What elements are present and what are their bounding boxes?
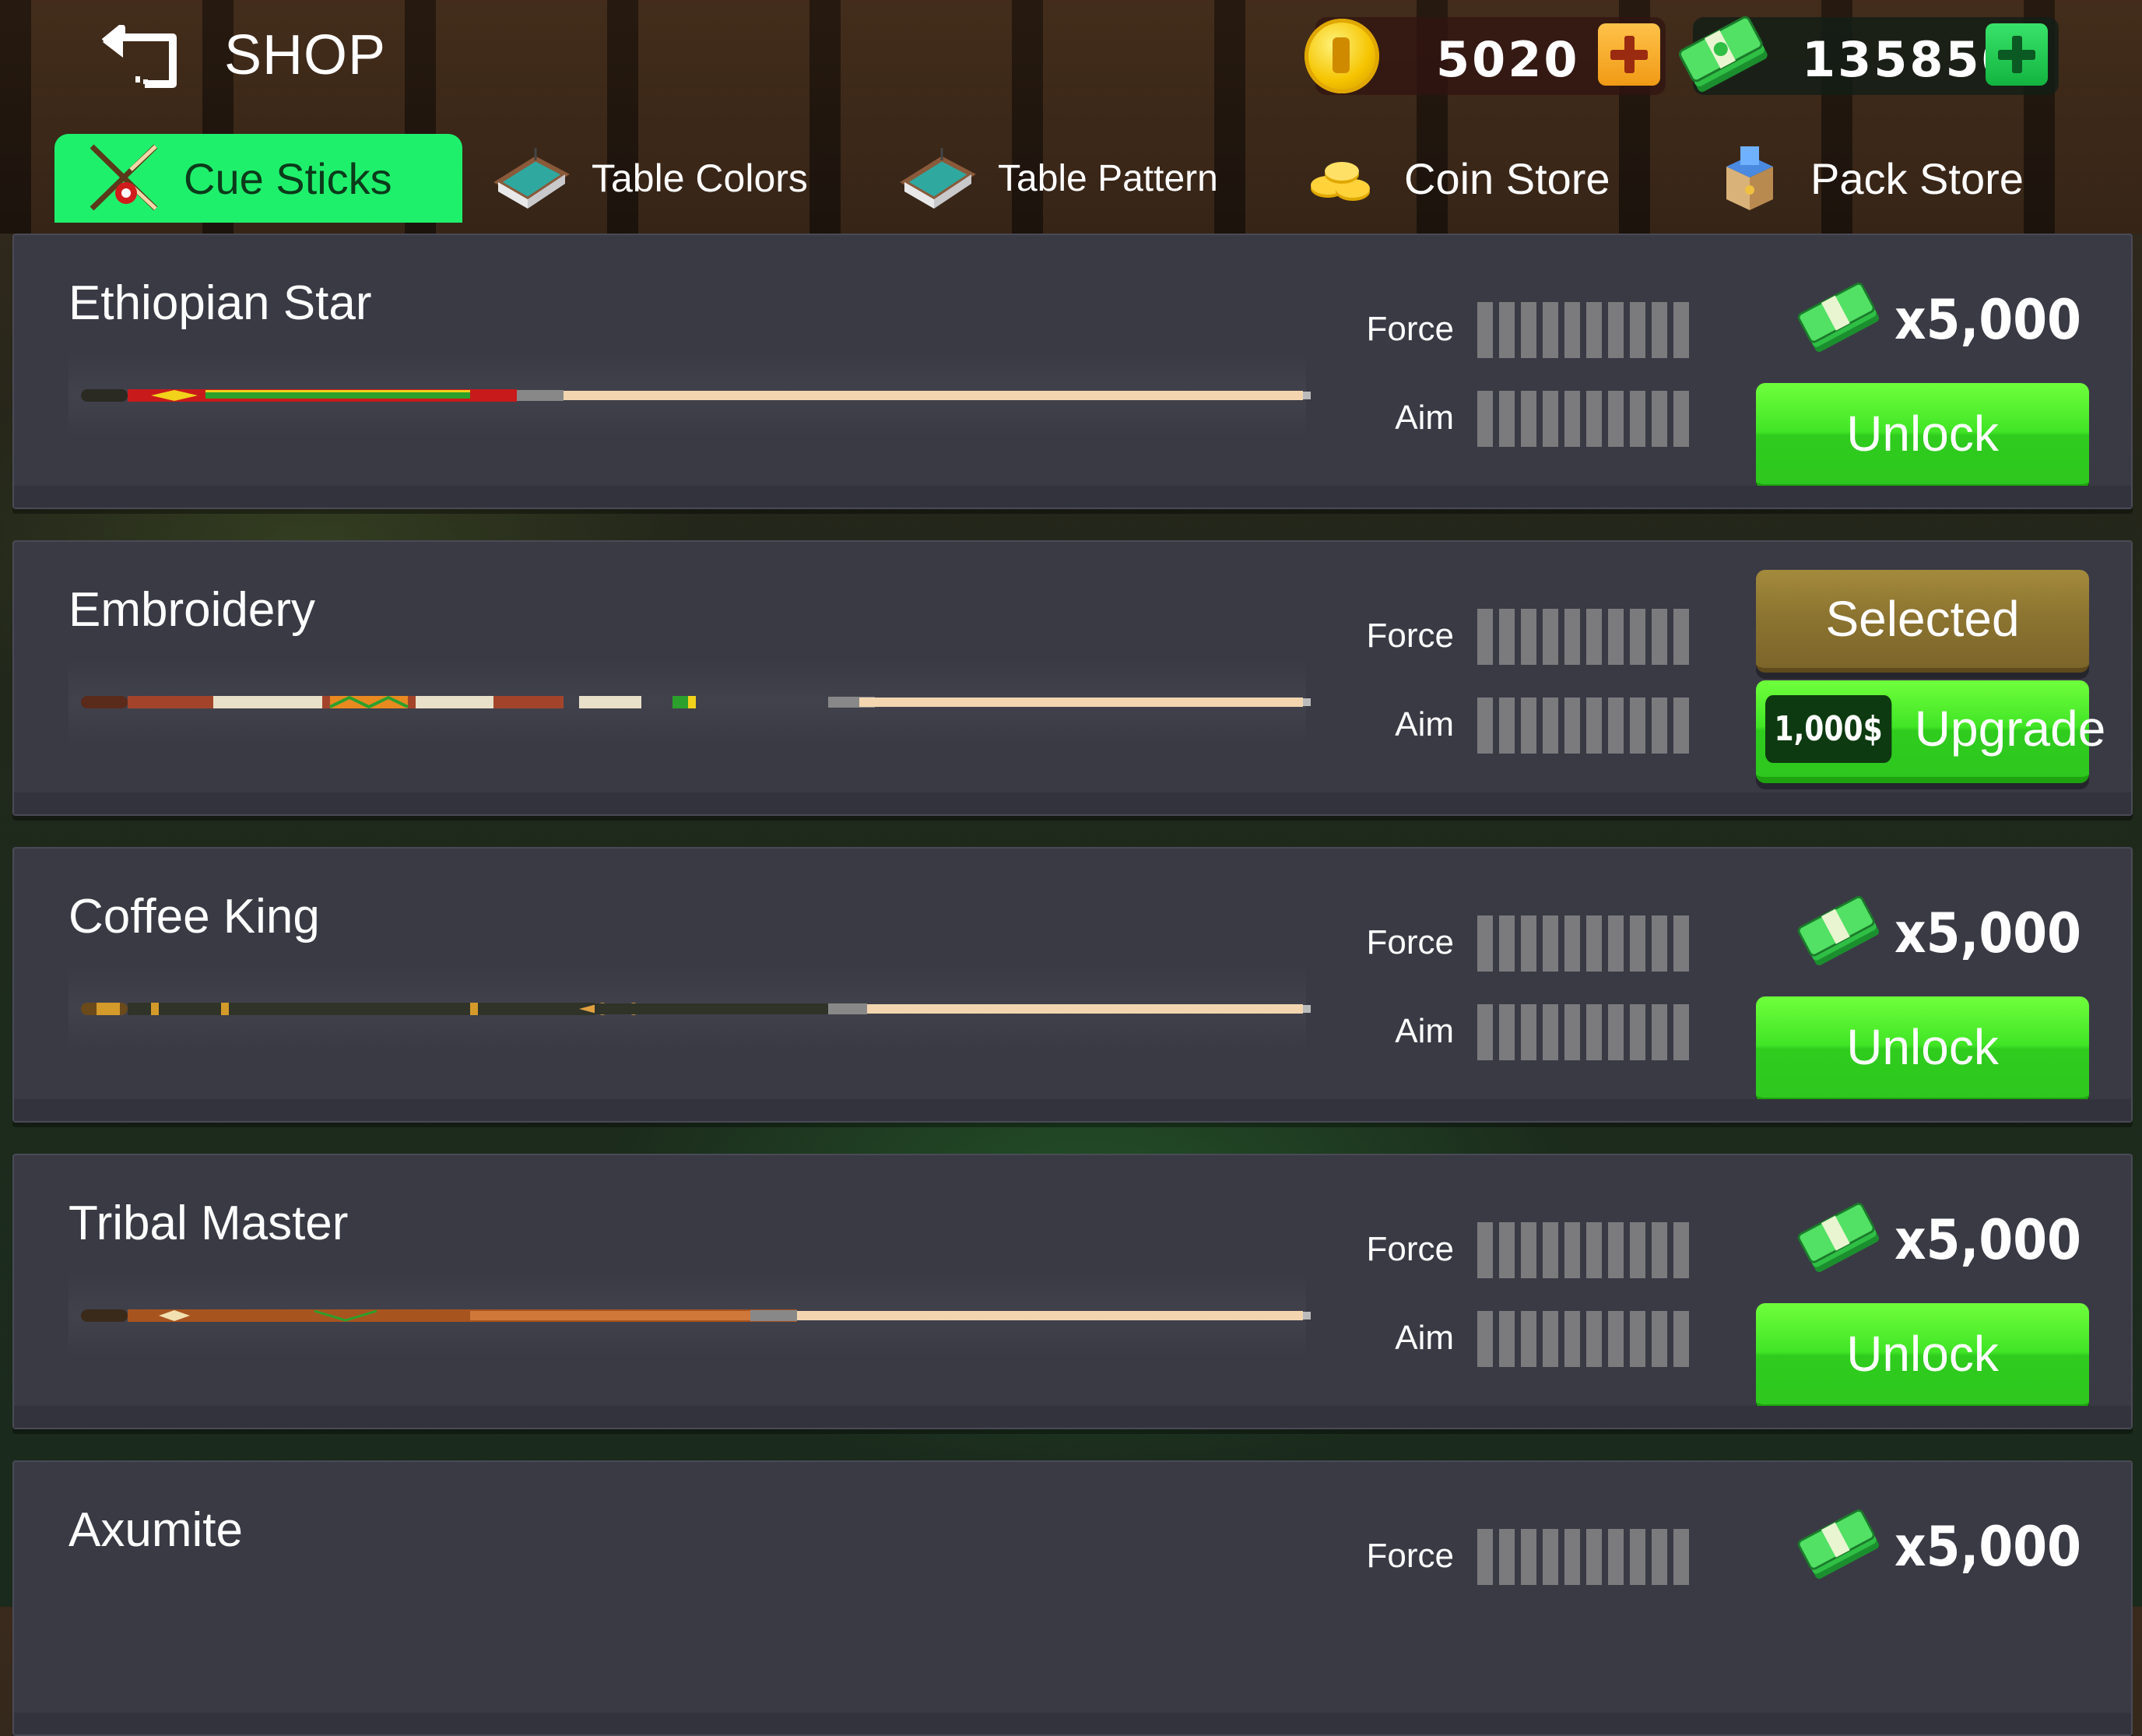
back-arrow-icon[interactable] — [98, 24, 184, 90]
cue-image — [68, 1272, 1311, 1358]
gold-coin-icon — [1305, 19, 1379, 93]
upgrade-label: Upgrade — [1914, 701, 2106, 757]
tab-label: Table Colors — [592, 156, 808, 200]
pool-table-icon — [493, 148, 570, 209]
cue-image — [68, 965, 1311, 1051]
force-label: Force — [1366, 617, 1454, 655]
unlock-button[interactable]: Unlock — [1756, 1303, 2089, 1411]
upgrade-cost: 1,000$ — [1765, 694, 1892, 763]
add-cash-button[interactable] — [1986, 23, 2048, 86]
upgrade-button[interactable]: 1,000$ Upgrade — [1756, 680, 2105, 783]
cue-card: Embroidery Force Aim Selected 1,000$ Upg… — [12, 540, 2133, 816]
pool-table-icon — [900, 148, 976, 209]
price-value: x5,000 — [1894, 1208, 2081, 1272]
aim-label: Aim — [1395, 1012, 1454, 1050]
force-meter — [1477, 1529, 1689, 1585]
force-label: Force — [1366, 923, 1454, 961]
force-meter — [1477, 609, 1689, 665]
force-meter — [1477, 1222, 1689, 1278]
price-tag: x5,000 — [1796, 276, 2081, 361]
force-meter — [1477, 302, 1689, 358]
cue-name: Coffee King — [68, 890, 320, 944]
force-label: Force — [1366, 1230, 1454, 1268]
add-coins-button[interactable] — [1598, 23, 1660, 86]
price-tag: x5,000 — [1796, 889, 2081, 975]
tab-label: Cue Sticks — [184, 153, 392, 203]
cue-name: Tribal Master — [68, 1197, 349, 1250]
force-label: Force — [1366, 310, 1454, 348]
tab-cue-sticks[interactable]: Cue Sticks — [54, 134, 462, 223]
aim-meter — [1477, 1004, 1689, 1060]
cash-stack-icon — [1797, 1509, 1880, 1580]
price-value: x5,000 — [1894, 1515, 2081, 1579]
tab-table-colors[interactable]: Table Colors — [492, 134, 808, 223]
tab-coin-store[interactable]: Coin Store — [1305, 134, 1610, 223]
cue-name: Embroidery — [68, 583, 315, 637]
cue-card: Coffee King Force Aim x5,000 Unlock — [12, 847, 2133, 1123]
price-tag: x5,000 — [1796, 1196, 2081, 1281]
cash-stack-icon — [1797, 282, 1880, 353]
price-value: x5,000 — [1894, 901, 2081, 965]
force-meter — [1477, 915, 1689, 972]
cue-image — [68, 659, 1311, 744]
page-title: SHOP — [224, 24, 387, 86]
aim-label: Aim — [1395, 705, 1454, 743]
tab-label: Coin Store — [1404, 153, 1610, 203]
cue-card: Tribal Master Force Aim x5,000 Unlock — [12, 1154, 2133, 1429]
cue-card: Ethiopian Star Force Aim x5,000 Unlock — [12, 234, 2133, 509]
cue-name: Axumite — [68, 1503, 243, 1557]
unlock-button[interactable]: Unlock — [1756, 996, 2089, 1104]
tab-pack-store[interactable]: Pack Store — [1711, 134, 2024, 223]
aim-meter — [1477, 391, 1689, 447]
cue-name: Ethiopian Star — [68, 276, 372, 330]
cash-stack-icon — [1797, 1202, 1880, 1273]
coin-balance: 5020 — [1305, 17, 1666, 95]
tab-label: Pack Store — [1810, 153, 2024, 203]
tab-table-pattern[interactable]: Table Pattern — [898, 134, 1218, 223]
aim-label: Aim — [1395, 1319, 1454, 1357]
cue-card: Axumite Force x5,000 — [12, 1460, 2133, 1736]
aim-meter — [1477, 1311, 1689, 1367]
unlock-button[interactable]: Unlock — [1756, 383, 2089, 490]
selected-button[interactable]: Selected — [1756, 570, 2089, 673]
cue-image — [68, 352, 1311, 438]
crossed-cues-icon — [90, 144, 158, 211]
aim-label: Aim — [1395, 399, 1454, 437]
cash-stack-icon — [1797, 895, 1880, 966]
force-label: Force — [1366, 1537, 1454, 1575]
coin-amount: 5020 — [1436, 31, 1580, 88]
price-value: x5,000 — [1894, 288, 2081, 352]
cash-stack-icon — [1678, 16, 1768, 92]
coin-pile-icon — [1311, 162, 1370, 201]
aim-meter — [1477, 698, 1689, 754]
top-bar: SHOP 5020 135850 — [0, 0, 2142, 117]
price-tag: x5,000 — [1796, 1502, 2081, 1588]
tab-label: Table Pattern — [998, 157, 1218, 199]
cash-balance: 135850 — [1678, 16, 2059, 95]
pack-box-icon — [1726, 146, 1773, 210]
